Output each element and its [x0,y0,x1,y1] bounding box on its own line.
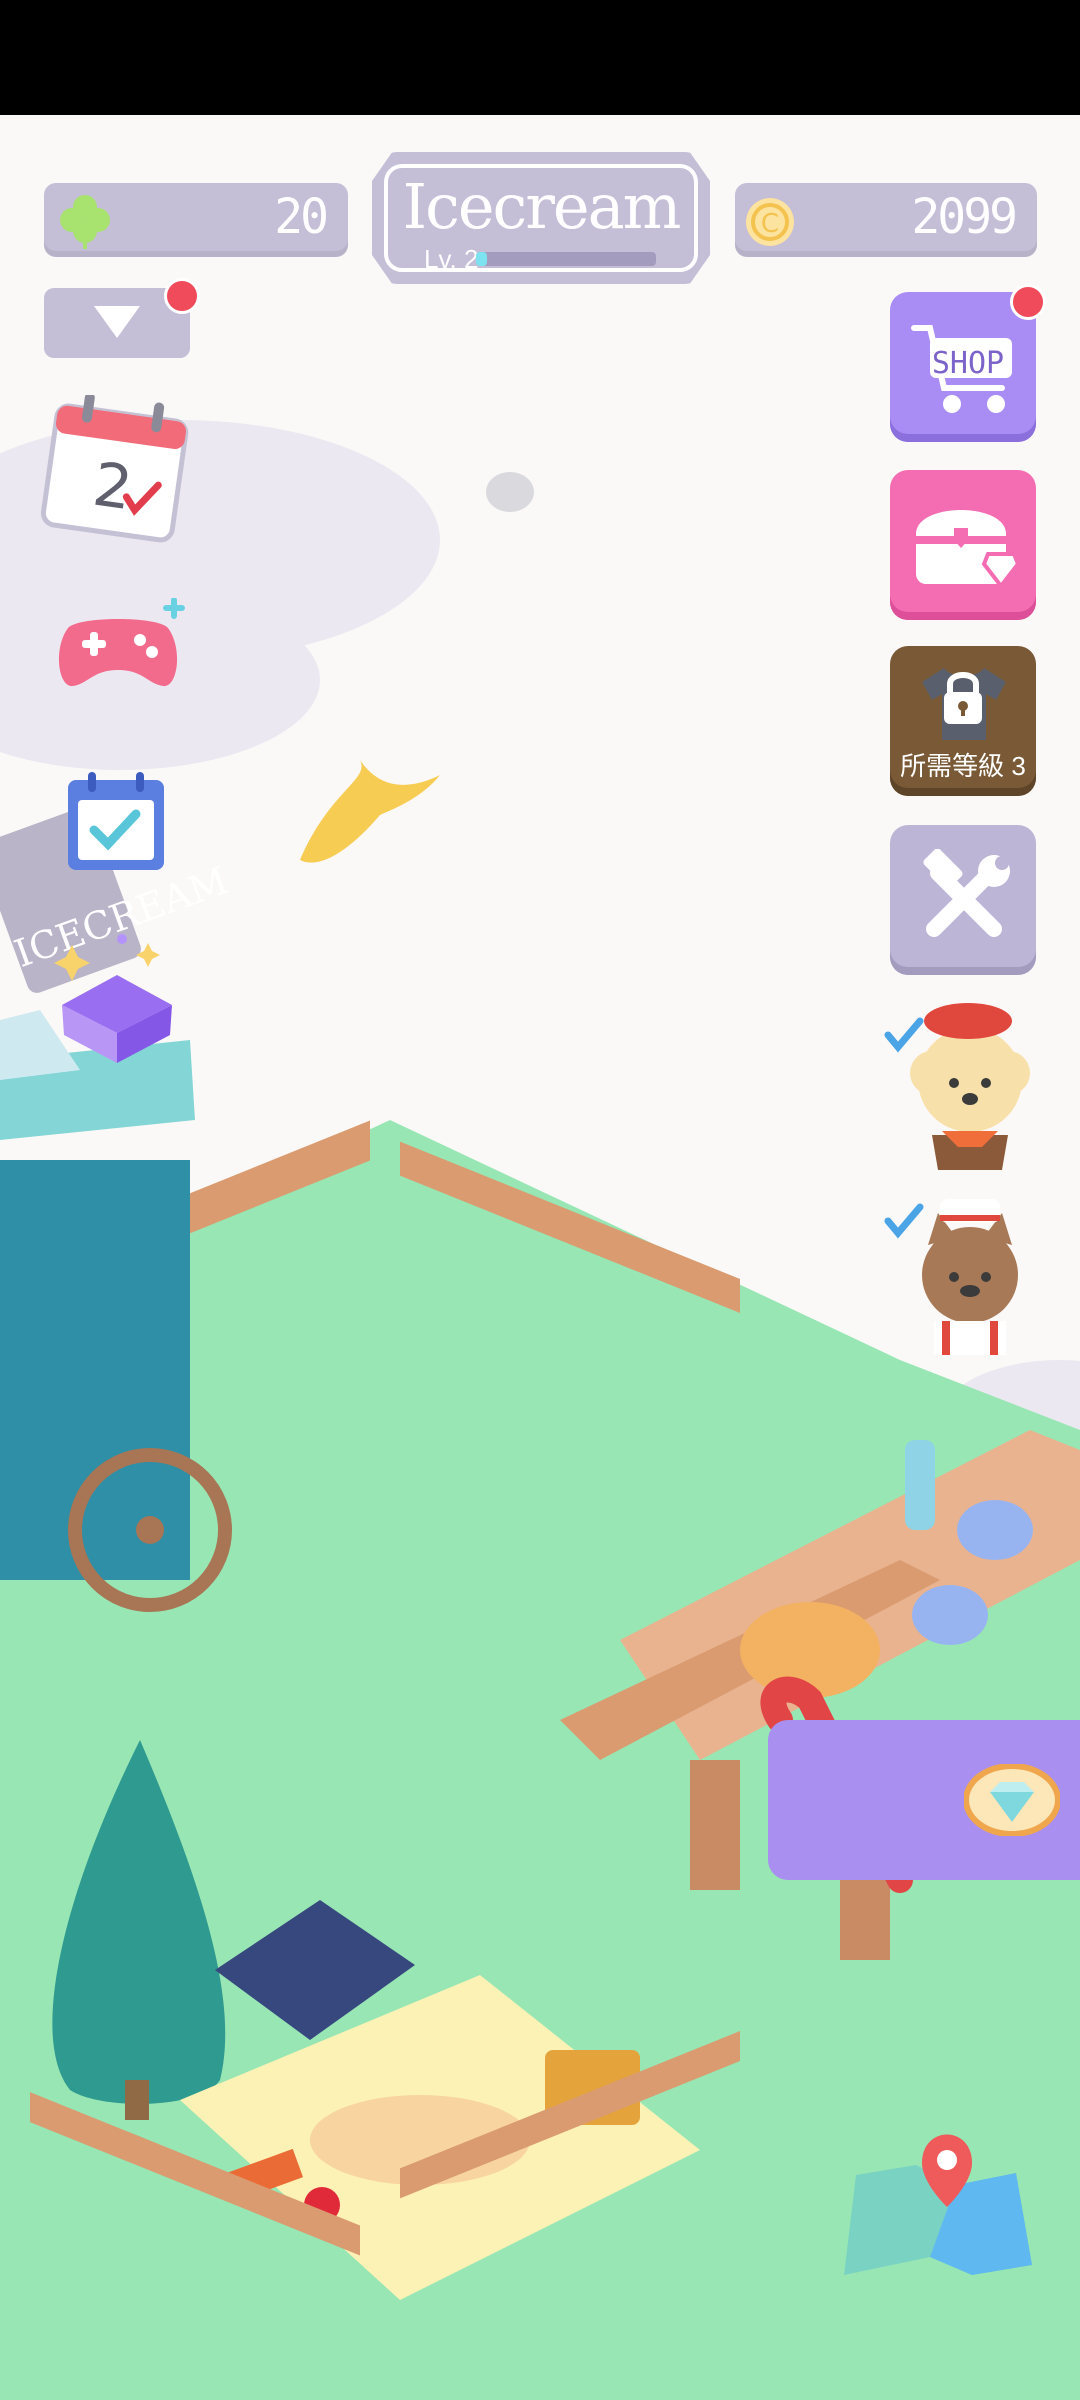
status-bar [0,0,1080,115]
treasure-chest-icon [910,494,1021,599]
shop-button[interactable]: SHOP [890,284,1046,442]
diamond-icon [963,1763,1061,1841]
rock [486,472,534,512]
calendar-checkin-icon[interactable]: 2 [40,392,190,550]
park-title-plate[interactable]: Icecream Lv. 2 [372,152,710,284]
dropdown-arrow-icon [92,302,142,347]
cat-chef-avatar[interactable] [882,1185,1042,1360]
locked-outfits-button[interactable]: 所需等級 3 [890,646,1036,796]
clover-counter[interactable]: 20 [44,183,348,257]
hammer-wrench-icon [914,848,1014,954]
park-name: Icecream [402,170,682,243]
locked-requirement-label: 所需等級 3 [900,751,1026,781]
banana-peel [300,760,440,863]
lock-icon [938,668,988,733]
shop-label: SHOP [931,346,1005,381]
tools-button[interactable] [890,825,1036,975]
svg-text:C: C [761,209,779,239]
level-label: Lv. 2 [424,244,479,274]
notification-dot [1010,284,1046,320]
coin-counter[interactable]: C 2099 [735,183,1037,257]
gift-box-icon[interactable] [52,925,182,1070]
map-button[interactable] [826,2115,1036,2300]
gem-reward-banner[interactable] [768,1720,1080,1880]
coin-icon: C [743,195,797,254]
task-checklist-icon[interactable] [64,770,168,879]
clover-value: 20 [274,189,329,245]
clover-icon [54,189,116,256]
dropdown-menu-button[interactable] [44,278,200,358]
notification-dot [164,278,200,314]
treasure-chest-button[interactable] [890,470,1036,620]
gamepad-icon[interactable] [48,597,188,703]
level-progress-bar [476,252,656,266]
poodle-chef-avatar[interactable] [882,995,1042,1175]
coin-value: 2099 [911,189,1018,245]
level-progress-fill [476,252,487,266]
